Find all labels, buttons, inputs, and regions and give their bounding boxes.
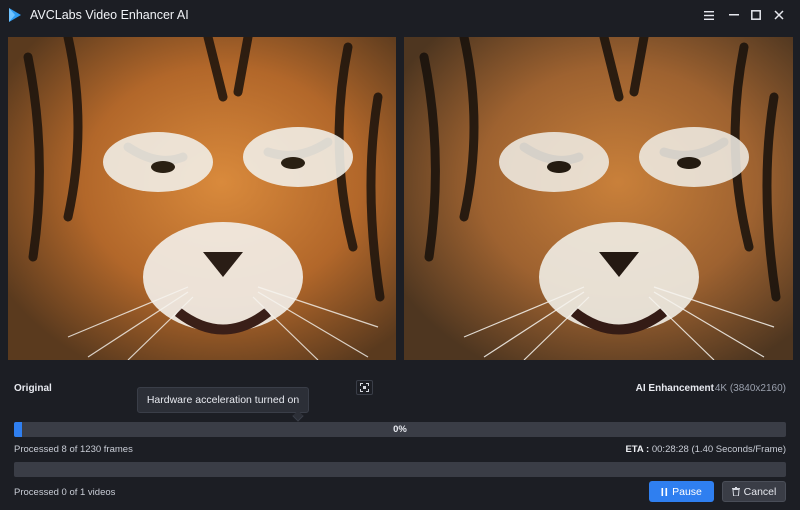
- eta-text: ETA : 00:28:28 (1.40 Seconds/Frame): [625, 444, 786, 455]
- output-resolution: 4K (3840x2160): [714, 383, 786, 394]
- pause-icon: [661, 487, 668, 496]
- cancel-label: Cancel: [743, 485, 777, 498]
- frames-processed-text: Processed 8 of 1230 frames: [14, 444, 133, 455]
- minimize-icon[interactable]: [725, 6, 743, 24]
- maximize-icon[interactable]: [747, 6, 765, 24]
- title-bar: AVCLabs Video Enhancer AI: [0, 0, 800, 30]
- fullscreen-compare-icon[interactable]: [356, 380, 373, 395]
- ai-enhancement-label: AI Enhancement: [635, 383, 714, 394]
- app-title: AVCLabs Video Enhancer AI: [30, 8, 189, 22]
- pause-label: Pause: [672, 485, 702, 498]
- cancel-button[interactable]: Cancel: [722, 481, 786, 502]
- videos-processed-text: Processed 0 of 1 videos: [14, 487, 116, 498]
- eta-label: ETA :: [625, 444, 650, 455]
- close-icon[interactable]: [770, 6, 788, 24]
- eta-value: 00:28:28 (1.40 Seconds/Frame): [651, 444, 786, 455]
- hardware-acceleration-tooltip: Hardware acceleration turned on: [137, 387, 309, 413]
- hamburger-icon[interactable]: [700, 6, 718, 24]
- frame-progress-percent: 0%: [393, 424, 407, 435]
- trash-icon: [731, 487, 740, 496]
- video-progress-bar: [14, 462, 786, 477]
- frame-progress-bar: 0%: [14, 422, 786, 437]
- original-preview-image: [8, 37, 396, 360]
- pause-button[interactable]: Pause: [649, 481, 714, 502]
- original-label: Original: [14, 383, 52, 394]
- app-logo-icon: [9, 8, 21, 22]
- enhanced-preview-image: [404, 37, 793, 360]
